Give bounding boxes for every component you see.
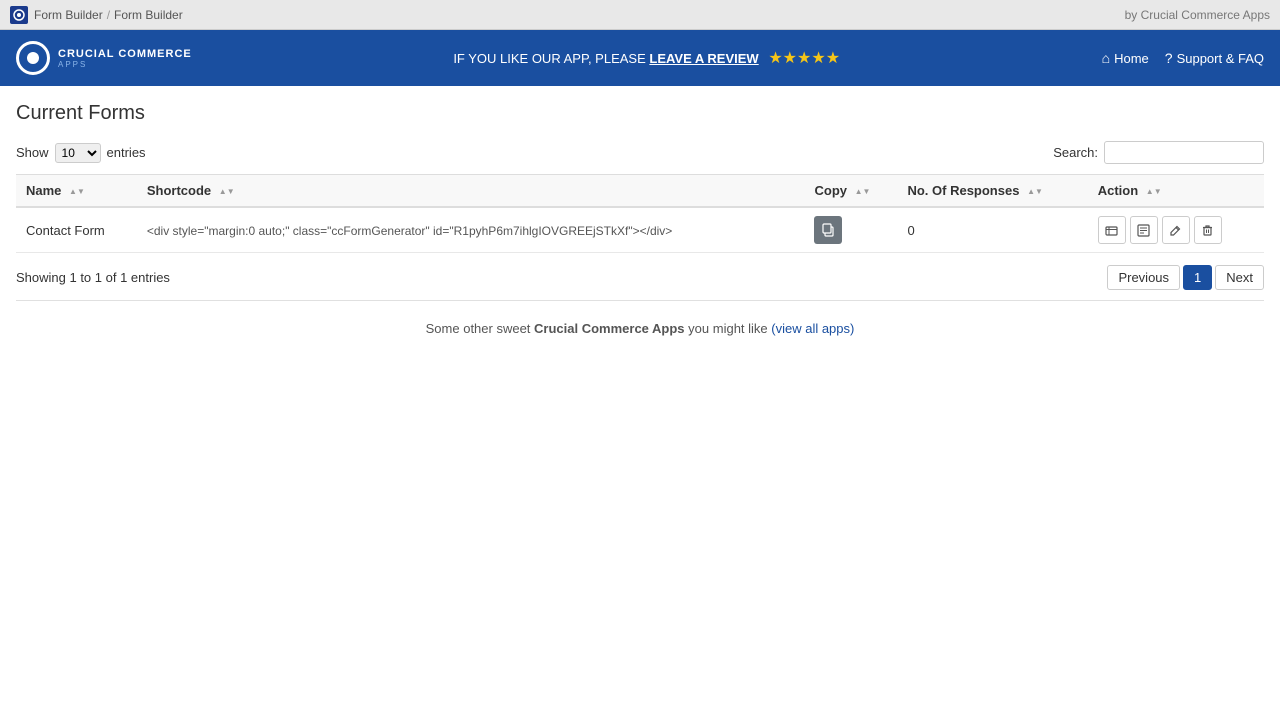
action-buttons: [1098, 216, 1254, 244]
sort-arrows-responses: ▲▼: [1027, 188, 1043, 196]
footer-brand: Crucial Commerce Apps: [534, 321, 685, 336]
data-table: Name ▲▼ Shortcode ▲▼ Copy ▲▼ No. Of Resp…: [16, 174, 1264, 253]
nav-bar: CRUCIAL COMMERCE APPS IF YOU LIKE OUR AP…: [0, 30, 1280, 86]
row-actions: [1088, 207, 1264, 253]
copy-button[interactable]: [814, 216, 842, 244]
table-head: Name ▲▼ Shortcode ▲▼ Copy ▲▼ No. Of Resp…: [16, 175, 1264, 208]
delete-button[interactable]: [1194, 216, 1222, 244]
logo-text: CRUCIAL COMMERCE APPS: [58, 48, 192, 69]
preview-button[interactable]: [1130, 216, 1158, 244]
breadcrumb-item-1[interactable]: Form Builder: [34, 8, 103, 22]
top-bar: Form Builder / Form Builder by Crucial C…: [0, 0, 1280, 30]
logo-inner-dot: [27, 52, 39, 64]
entries-label: entries: [107, 145, 146, 160]
home-icon: ⌂: [1102, 50, 1110, 66]
row-shortcode: <div style="margin:0 auto;" class="ccFor…: [137, 207, 805, 253]
row-responses: 0: [897, 207, 1087, 253]
promo-text: IF YOU LIKE OUR APP, PLEASE: [453, 51, 649, 66]
question-icon: ?: [1165, 50, 1173, 66]
table-header-row: Name ▲▼ Shortcode ▲▼ Copy ▲▼ No. Of Resp…: [16, 175, 1264, 208]
col-responses: No. Of Responses ▲▼: [897, 175, 1087, 208]
view-all-apps-link[interactable]: (view all apps): [771, 321, 854, 336]
view-button[interactable]: [1098, 216, 1126, 244]
table-body: Contact Form <div style="margin:0 auto;"…: [16, 207, 1264, 253]
top-bar-byline: by Crucial Commerce Apps: [1125, 8, 1270, 22]
app-logo-small: [10, 6, 28, 24]
sort-arrows-copy: ▲▼: [855, 188, 871, 196]
breadcrumb: Form Builder / Form Builder: [34, 8, 183, 22]
show-entries: Show 10 25 50 100 entries: [16, 143, 146, 163]
table-row: Contact Form <div style="margin:0 auto;"…: [16, 207, 1264, 253]
next-button[interactable]: Next: [1215, 265, 1264, 290]
logo-brand-text: CRUCIAL COMMERCE: [58, 48, 192, 60]
row-copy: [804, 207, 897, 253]
row-name: Contact Form: [16, 207, 137, 253]
col-action: Action ▲▼: [1088, 175, 1264, 208]
logo-circle-icon: [16, 41, 50, 75]
showing-entries-text: Showing 1 to 1 of 1 entries: [16, 270, 170, 285]
leave-review-link[interactable]: LEAVE A REVIEW: [649, 51, 758, 66]
table-controls-top: Show 10 25 50 100 entries Search:: [16, 141, 1264, 164]
nav-right: ⌂ Home ? Support & FAQ: [1102, 50, 1264, 66]
nav-logo: CRUCIAL COMMERCE APPS: [16, 41, 192, 75]
entries-select[interactable]: 10 25 50 100: [55, 143, 101, 163]
support-label: Support & FAQ: [1177, 51, 1264, 66]
previous-button[interactable]: Previous: [1107, 265, 1180, 290]
col-copy: Copy ▲▼: [804, 175, 897, 208]
sort-arrows-action: ▲▼: [1146, 188, 1162, 196]
divider: [16, 300, 1264, 301]
breadcrumb-item-2[interactable]: Form Builder: [114, 8, 183, 22]
search-label: Search:: [1053, 145, 1098, 160]
breadcrumb-separator: /: [107, 8, 110, 22]
sort-arrows-shortcode: ▲▼: [219, 188, 235, 196]
footer-text-pre: Some other sweet: [426, 321, 534, 336]
edit-button[interactable]: [1162, 216, 1190, 244]
page-1-button[interactable]: 1: [1183, 265, 1212, 290]
pagination: Previous 1 Next: [1107, 265, 1264, 290]
col-shortcode: Shortcode ▲▼: [137, 175, 805, 208]
support-link[interactable]: ? Support & FAQ: [1165, 50, 1264, 66]
search-input[interactable]: [1104, 141, 1264, 164]
footer-message: Some other sweet Crucial Commerce Apps y…: [16, 321, 1264, 336]
top-bar-left: Form Builder / Form Builder: [10, 6, 183, 24]
star-rating: ★★★★★: [768, 50, 840, 67]
main-content: Current Forms Show 10 25 50 100 entries …: [0, 86, 1280, 720]
footer-text-mid: you might like: [688, 321, 771, 336]
page-title: Current Forms: [16, 102, 1264, 125]
shortcode-value: <div style="margin:0 auto;" class="ccFor…: [147, 224, 672, 238]
sort-arrows-name: ▲▼: [69, 188, 85, 196]
search-box: Search:: [1053, 141, 1264, 164]
table-controls-bottom: Showing 1 to 1 of 1 entries Previous 1 N…: [16, 265, 1264, 290]
show-label: Show: [16, 145, 49, 160]
nav-promo: IF YOU LIKE OUR APP, PLEASE LEAVE A REVI…: [192, 48, 1102, 68]
col-name: Name ▲▼: [16, 175, 137, 208]
home-label: Home: [1114, 51, 1149, 66]
logo-sub-text: APPS: [58, 60, 192, 69]
home-link[interactable]: ⌂ Home: [1102, 50, 1149, 66]
